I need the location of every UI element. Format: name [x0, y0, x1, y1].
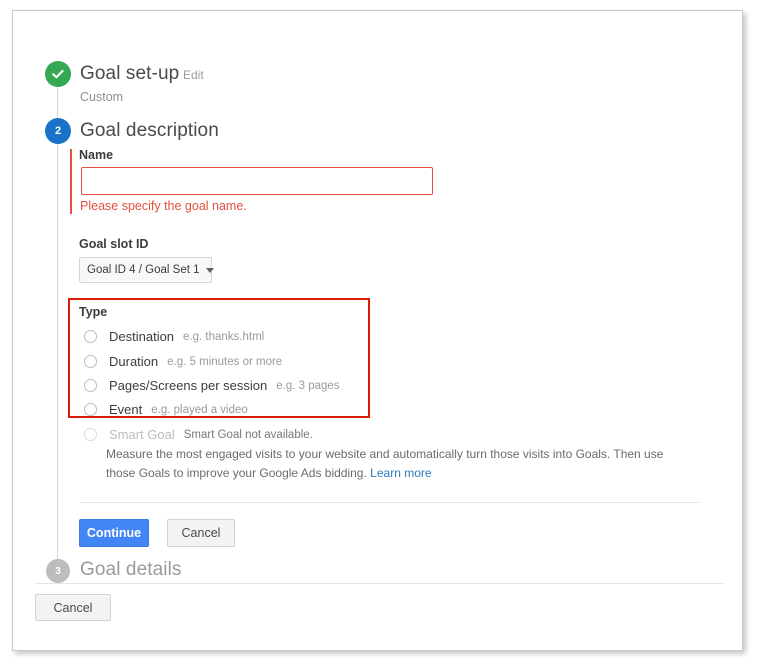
screenshot-root: Goal set-up Edit Custom 2 Goal descripti…: [0, 0, 757, 665]
goal-slot-label: Goal slot ID: [79, 237, 149, 251]
goal-slot-select[interactable]: Goal ID 4 / Goal Set 1: [79, 257, 214, 283]
step-1-check-icon: [45, 61, 71, 87]
name-field-label: Name: [79, 148, 114, 162]
radio-option-destination[interactable]: Destination e.g. thanks.html: [84, 329, 264, 344]
stepper-connector-line: [57, 79, 58, 565]
radio-label-destination: Destination: [109, 329, 175, 344]
learn-more-link[interactable]: Learn more: [370, 466, 431, 480]
radio-option-duration[interactable]: Duration e.g. 5 minutes or more: [84, 354, 282, 369]
smart-goal-description: Measure the most engaged visits to your …: [106, 445, 686, 482]
cancel-page-button[interactable]: Cancel: [35, 594, 111, 621]
radio-label-event: Event: [109, 402, 143, 417]
type-group-label: Type: [79, 305, 108, 319]
step-3-marker: 3: [46, 559, 70, 583]
step-2-marker: 2: [45, 118, 71, 144]
radio-hint-destination: e.g. thanks.html: [183, 330, 265, 343]
radio-option-event[interactable]: Event e.g. played a video: [84, 402, 248, 417]
name-error-message: Please specify the goal name.: [80, 199, 247, 213]
radio-label-pages: Pages/Screens per session: [109, 378, 268, 393]
step-2-title: Goal description: [80, 120, 219, 141]
radio-circle-icon: [84, 379, 97, 392]
continue-button[interactable]: Continue: [79, 519, 149, 547]
radio-circle-icon: [84, 355, 97, 368]
radio-circle-icon: [84, 428, 97, 441]
step-3-title: Goal details: [80, 559, 182, 580]
radio-label-duration: Duration: [109, 354, 159, 369]
goal-setup-card: Goal set-up Edit Custom 2 Goal descripti…: [12, 10, 743, 651]
step-1-subtitle: Custom: [80, 90, 124, 104]
chevron-down-icon: [205, 267, 214, 273]
radio-hint-duration: e.g. 5 minutes or more: [167, 355, 283, 368]
step-1-title: Goal set-up: [80, 63, 180, 84]
edit-link[interactable]: Edit: [183, 68, 204, 82]
goal-name-input[interactable]: [81, 167, 433, 195]
radio-option-pages-screens-per-session[interactable]: Pages/Screens per session e.g. 3 pages: [84, 378, 340, 393]
radio-hint-smart-goal: Smart Goal not available.: [183, 428, 313, 441]
radio-hint-pages: e.g. 3 pages: [276, 379, 340, 392]
goal-slot-selected-value: Goal ID 4 / Goal Set 1: [87, 264, 200, 276]
name-error-accent-bar: [70, 149, 72, 214]
actions-divider: [80, 502, 699, 503]
radio-circle-icon: [84, 330, 97, 343]
radio-label-smart-goal: Smart Goal: [109, 427, 175, 442]
radio-option-smart-goal: Smart Goal Smart Goal not available.: [84, 427, 313, 442]
cancel-step-button[interactable]: Cancel: [167, 519, 235, 547]
radio-circle-icon: [84, 403, 97, 416]
page-footer-divider: [35, 583, 723, 584]
radio-hint-event: e.g. played a video: [151, 403, 248, 416]
